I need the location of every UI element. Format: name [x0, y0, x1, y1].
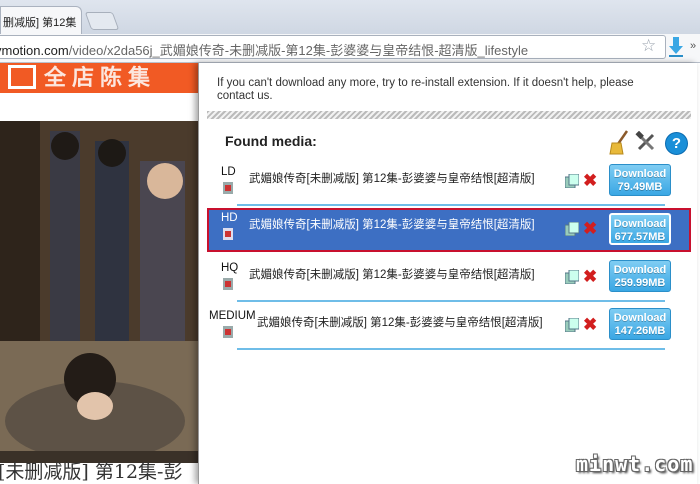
download-label: Download [613, 264, 667, 276]
video-file-icon [223, 278, 233, 290]
new-tab-button[interactable] [84, 12, 120, 30]
copy-link-icon[interactable] [565, 318, 579, 332]
tab-close-icon[interactable]: × [70, 14, 76, 26]
clear-broom-icon[interactable] [609, 129, 631, 155]
reinstall-notice: If you can't download any more, try to r… [217, 77, 634, 102]
download-extension-icon[interactable] [668, 37, 684, 57]
media-item-hq[interactable]: HQ 武媚娘传奇[未删减版] 第12集-彭婆婆与皇帝结恨[超清版] ✖ Down… [207, 260, 691, 302]
copy-link-icon[interactable] [565, 174, 579, 188]
media-title: 武媚娘传奇[未删减版] 第12集-彭婆婆与皇帝结恨[超清版] [257, 317, 543, 329]
quality-label: HQ [221, 262, 239, 274]
media-item-hd[interactable]: HD 武媚娘传奇[未删减版] 第12集-彭婆婆与皇帝结恨[超清版] ✖ Down… [207, 208, 691, 252]
address-bar[interactable]: ymotion.com/video/x2da56j_武媚娘传奇-未删减版-第12… [0, 35, 666, 59]
video-frame-image [0, 121, 198, 463]
divider [207, 111, 691, 119]
address-host: ymotion.com [0, 43, 69, 58]
browser-tab[interactable]: 删减版] 第12集 × [0, 6, 82, 34]
bookmark-star-icon[interactable]: ☆ [641, 36, 656, 56]
downloader-popup: If you can't download any more, try to r… [198, 63, 697, 484]
watermark-text: minwt.com [576, 452, 694, 476]
banner-text: 全店陈集 [44, 65, 157, 90]
video-file-icon [223, 326, 233, 338]
browser-toolbar: ymotion.com/video/x2da56j_武媚娘传奇-未删减版-第12… [0, 34, 700, 63]
quality-label: HD [221, 212, 238, 224]
delete-icon[interactable]: ✖ [583, 315, 597, 335]
quality-label: MEDIUM [209, 310, 256, 322]
video-title-text: [未删减版] 第12集-彭 [0, 461, 183, 483]
quality-label: LD [221, 166, 236, 178]
copy-link-icon[interactable] [565, 222, 579, 236]
delete-icon[interactable]: ✖ [583, 219, 597, 239]
video-file-icon [223, 228, 233, 240]
media-title: 武媚娘传奇[未删减版] 第12集-彭婆婆与皇帝结恨[超清版] [249, 173, 535, 185]
settings-tools-icon[interactable] [635, 131, 657, 153]
row-divider [237, 348, 665, 350]
video-file-icon [223, 182, 233, 194]
copy-link-icon[interactable] [565, 270, 579, 284]
download-button[interactable]: Download 677.57MB [609, 213, 671, 245]
media-item-medium[interactable]: MEDIUM 武媚娘传奇[未删减版] 第12集-彭婆婆与皇帝结恨[超清版] ✖ … [207, 308, 691, 350]
delete-icon[interactable]: ✖ [583, 267, 597, 287]
site-banner: 全店陈集 [0, 63, 200, 93]
file-size: 79.49MB [617, 180, 663, 193]
file-size: 147.26MB [614, 324, 666, 337]
row-divider [237, 300, 665, 302]
tab-strip: 删减版] 第12集 × [0, 0, 700, 34]
media-title: 武媚娘传奇[未删减版] 第12集-彭婆婆与皇帝结恨[超清版] [249, 219, 535, 231]
download-label: Download [613, 218, 667, 230]
found-media-heading: Found media: [225, 133, 317, 149]
row-divider [237, 204, 665, 206]
download-label: Download [613, 312, 667, 324]
download-label: Download [613, 168, 667, 180]
download-button[interactable]: Download 79.49MB [609, 164, 671, 196]
address-path: /video/x2da56j_武媚娘传奇-未删减版-第12集-彭婆婆与皇帝结恨-… [68, 43, 529, 58]
download-button[interactable]: Download 147.26MB [609, 308, 671, 340]
more-extensions-icon[interactable]: » [690, 40, 696, 52]
tab-title: 删减版] 第12集 [3, 17, 77, 29]
video-player[interactable] [0, 121, 198, 463]
delete-icon[interactable]: ✖ [583, 171, 597, 191]
media-item-ld[interactable]: LD 武媚娘传奇[未删减版] 第12集-彭婆婆与皇帝结恨[超清版] ✖ Down… [207, 164, 691, 206]
download-button[interactable]: Download 259.99MB [609, 260, 671, 292]
file-size: 259.99MB [614, 276, 666, 289]
media-title: 武媚娘传奇[未删减版] 第12集-彭婆婆与皇帝结恨[超清版] [249, 269, 535, 281]
file-size: 677.57MB [614, 230, 666, 243]
help-icon[interactable]: ? [665, 132, 688, 155]
